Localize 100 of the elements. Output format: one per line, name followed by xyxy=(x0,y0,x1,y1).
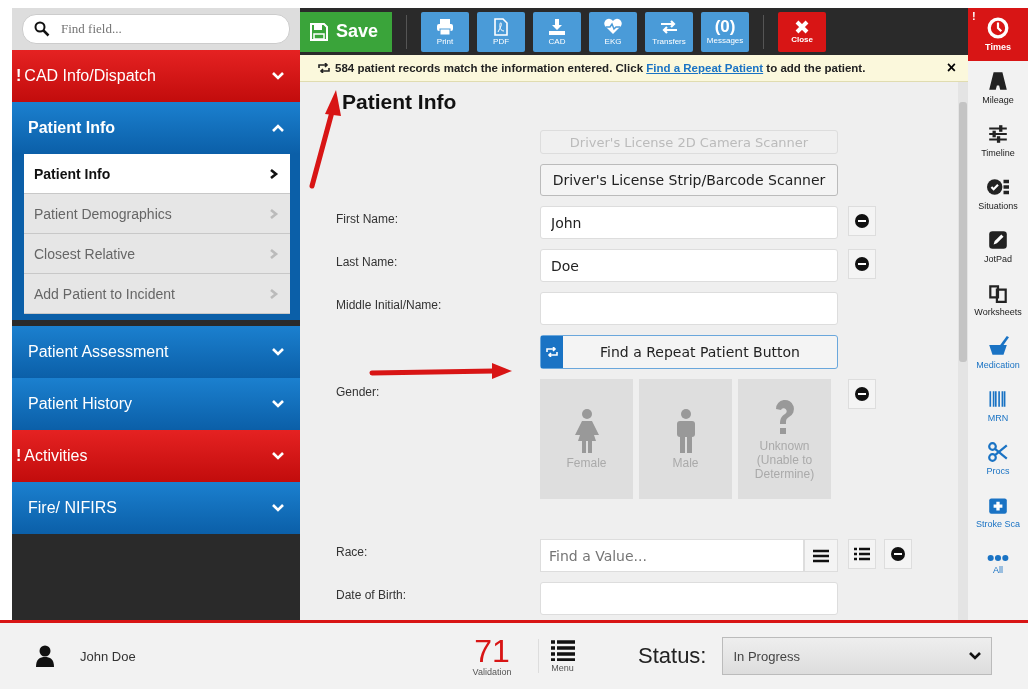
mortar-icon xyxy=(987,335,1009,357)
rail-button[interactable]: Worksheets xyxy=(968,273,1028,326)
field-label: Last Name: xyxy=(336,254,399,269)
minus-icon xyxy=(891,547,905,561)
sidebar-item[interactable]: Patient Demographics xyxy=(24,194,290,234)
rail-button[interactable]: All xyxy=(968,538,1028,591)
floppy-icon xyxy=(310,22,328,41)
scanner-button[interactable]: Driver's License Strip/Barcode Scanner xyxy=(540,164,838,196)
minus-icon xyxy=(855,214,869,228)
minus-icon xyxy=(855,257,869,271)
rail-button[interactable]: MRN xyxy=(968,379,1028,432)
rail-button[interactable]: ! Times xyxy=(968,8,1028,61)
banner-message: 584 patient records match the information entered. Click Find a Repeat Patient to add the patient. xyxy=(335,62,867,74)
toolbar-button[interactable]: Print xyxy=(421,11,470,52)
text-field[interactable]: Doe xyxy=(540,249,838,282)
alert-mark: ! xyxy=(972,10,976,22)
user-name: John Doe xyxy=(80,648,136,664)
dots-icon xyxy=(987,554,1009,562)
sidebar-section[interactable]: Fire/ NIFIRS xyxy=(12,482,300,534)
sidebar-section[interactable]: ! CAD Info/Dispatch xyxy=(12,50,300,102)
messages-button[interactable]: (0) Messages xyxy=(701,11,750,52)
list-button[interactable] xyxy=(804,539,838,572)
sidebar-item[interactable]: Add Patient to Incident xyxy=(24,274,290,314)
section-label: Fire/ NIFIRS xyxy=(28,499,117,517)
sidebar-item[interactable]: Closest Relative xyxy=(24,234,290,274)
list-icon xyxy=(813,548,829,563)
field-label: Gender: xyxy=(336,384,381,399)
field-label: Race: xyxy=(336,544,369,559)
chevron-icon xyxy=(272,71,284,81)
rail-button[interactable]: Timeline xyxy=(968,114,1028,167)
close-button[interactable]: Close xyxy=(778,11,827,52)
chevron-icon xyxy=(272,503,284,513)
rail-button[interactable]: JotPad xyxy=(968,220,1028,273)
sidebar-section[interactable]: ! Activities xyxy=(12,430,300,482)
heart-icon xyxy=(603,17,624,37)
scrollbar[interactable] xyxy=(958,82,968,620)
sidebar-section[interactable]: Patient History xyxy=(12,378,300,430)
chevron-icon xyxy=(969,651,982,661)
user-icon xyxy=(36,645,54,667)
minus-icon xyxy=(855,387,869,401)
status-label: Status: xyxy=(638,643,707,669)
sidebar-item[interactable]: Patient Info xyxy=(24,154,290,194)
chevron-icon xyxy=(268,248,280,259)
clear-button[interactable] xyxy=(848,249,876,279)
field-label: Middle Initial/Name: xyxy=(336,297,443,312)
rail-button[interactable]: Procs xyxy=(968,432,1028,485)
clear-button[interactable] xyxy=(848,379,876,409)
status-select[interactable]: In Progress xyxy=(722,637,993,675)
print-icon xyxy=(435,17,456,37)
close-icon xyxy=(794,19,811,35)
field-label: First Name: xyxy=(336,211,399,226)
rail-button[interactable]: Medication xyxy=(968,326,1028,379)
section-label: Patient Info xyxy=(28,119,116,137)
clear-button[interactable] xyxy=(884,539,912,569)
rail-button[interactable]: Stroke Sca xyxy=(968,485,1028,538)
sidebar-section[interactable]: Patient Assessment xyxy=(12,326,300,378)
save-button[interactable]: Save xyxy=(300,11,393,52)
checklist-icon xyxy=(987,176,1009,198)
find-repeat-patient-button[interactable]: Find a Repeat Patient Button xyxy=(540,335,838,369)
section-label: Patient Assessment xyxy=(28,343,169,361)
section-label: Patient History xyxy=(28,395,133,413)
menu-button[interactable]: Menu xyxy=(538,639,586,673)
bullet-list-icon xyxy=(854,547,870,561)
download-icon xyxy=(547,17,568,37)
chevron-icon xyxy=(272,123,284,133)
search-icon xyxy=(34,21,50,37)
clear-button[interactable] xyxy=(848,206,876,236)
alert-mark: ! xyxy=(16,447,22,465)
chevron-icon xyxy=(272,347,284,357)
search-field[interactable]: Find field... xyxy=(22,14,290,44)
chevron-icon xyxy=(268,288,280,299)
pencil-icon xyxy=(987,229,1009,251)
race-field[interactable]: Find a Value... xyxy=(540,539,804,572)
toolbar-button[interactable]: CAD xyxy=(533,11,582,52)
chevron-icon xyxy=(272,451,284,461)
sidebar-section[interactable]: Patient Info xyxy=(12,102,300,154)
female-figure-icon xyxy=(573,408,600,454)
scissors-icon xyxy=(987,441,1009,463)
rail-button[interactable]: Mileage xyxy=(968,61,1028,114)
validation-button[interactable]: 71 Validation xyxy=(462,635,522,677)
page-title: Patient Info xyxy=(342,90,458,114)
section-label: CAD Info/Dispatch xyxy=(24,67,156,85)
toolbar-button[interactable]: Transfers xyxy=(645,11,694,52)
text-field[interactable] xyxy=(540,582,838,615)
toolbar-button[interactable]: EKG xyxy=(589,11,638,52)
list-button[interactable] xyxy=(848,539,876,569)
male-figure-icon xyxy=(674,408,697,454)
toolbar-button[interactable]: PDF xyxy=(477,11,526,52)
text-field[interactable]: John xyxy=(540,206,838,239)
chevron-icon xyxy=(272,399,284,409)
find-repeat-patient-link[interactable]: Find a Repeat Patient xyxy=(646,62,764,74)
repeat-icon xyxy=(546,347,558,357)
rail-button[interactable]: Situations xyxy=(968,167,1028,220)
repeat-icon xyxy=(318,63,330,73)
sliders-icon xyxy=(987,123,1009,145)
close-button[interactable]: × xyxy=(946,59,956,77)
text-field[interactable] xyxy=(540,292,838,325)
list-icon xyxy=(550,639,575,661)
clock-icon xyxy=(987,17,1009,39)
chevron-icon xyxy=(268,208,280,219)
